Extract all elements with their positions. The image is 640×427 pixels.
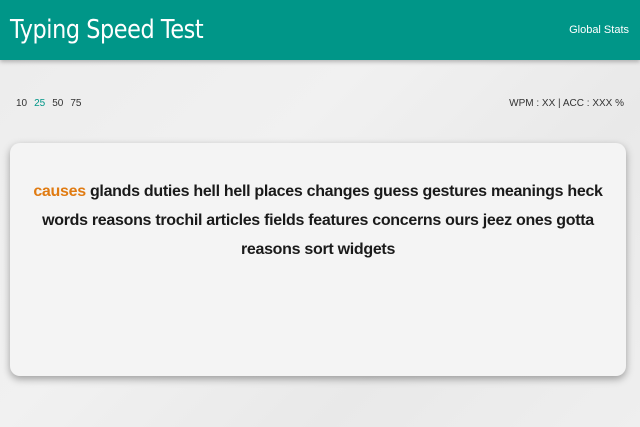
word: fields	[264, 212, 305, 229]
word-count-option-75[interactable]: 75	[70, 98, 81, 109]
word: heck	[567, 183, 603, 200]
word: features	[308, 212, 369, 229]
word: ones	[515, 212, 553, 229]
word: gotta	[556, 212, 594, 229]
word: widgets	[337, 241, 396, 258]
typing-card[interactable]: causes glands duties hell hell places ch…	[10, 143, 626, 376]
word: causes	[33, 183, 86, 200]
word: articles	[206, 212, 260, 229]
word: jeez	[482, 212, 512, 229]
word: hell	[223, 183, 251, 200]
word: places	[254, 183, 303, 200]
word-count-selector: 10 25 50 75	[16, 98, 82, 109]
word-count-option-50[interactable]: 50	[52, 98, 63, 109]
navbar: Typing Speed Test Global Stats	[0, 0, 640, 60]
word: concerns	[372, 212, 441, 229]
word: reasons	[91, 212, 152, 229]
global-stats-link[interactable]: Global Stats	[569, 24, 629, 36]
word: sort	[304, 241, 334, 258]
word: glands	[89, 183, 140, 200]
word: ours	[445, 212, 479, 229]
word: gestures	[422, 183, 487, 200]
word: changes	[306, 183, 370, 200]
word: guess	[373, 183, 419, 200]
word: trochil	[155, 212, 203, 229]
toolbar: 10 25 50 75 WPM : XX | ACC : XXX %	[16, 95, 624, 111]
word: duties	[143, 183, 190, 200]
word: reasons	[240, 241, 301, 258]
word: hell	[193, 183, 220, 200]
word-count-option-10[interactable]: 10	[16, 98, 27, 109]
word: meanings	[490, 183, 564, 200]
stats-readout: WPM : XX | ACC : XXX %	[509, 97, 624, 109]
word-count-option-25[interactable]: 25	[34, 98, 45, 109]
word-list: causes glands duties hell hell places ch…	[30, 177, 606, 264]
word: words	[42, 212, 88, 229]
app-title[interactable]: Typing Speed Test	[10, 15, 204, 45]
